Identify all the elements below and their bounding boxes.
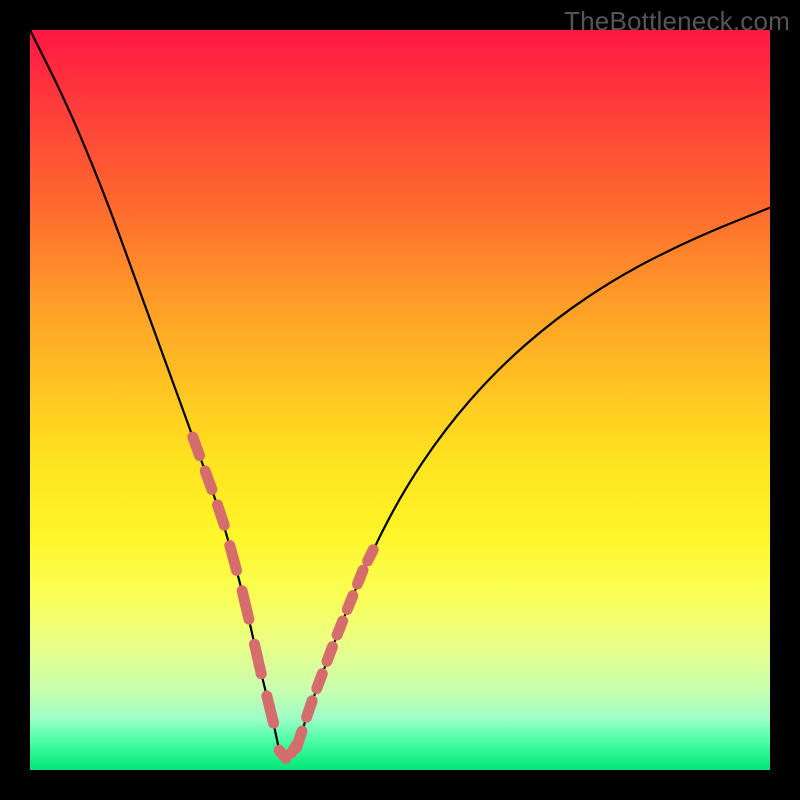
markers-right-arm <box>296 550 373 748</box>
curve-svg <box>30 30 770 770</box>
markers-valley <box>267 696 298 758</box>
plot-area <box>30 30 770 770</box>
markers-left-arm <box>193 437 261 674</box>
chart-frame: TheBottleneck.com <box>0 0 800 800</box>
curve-line <box>30 30 770 757</box>
bottleneck-curve <box>30 30 770 757</box>
